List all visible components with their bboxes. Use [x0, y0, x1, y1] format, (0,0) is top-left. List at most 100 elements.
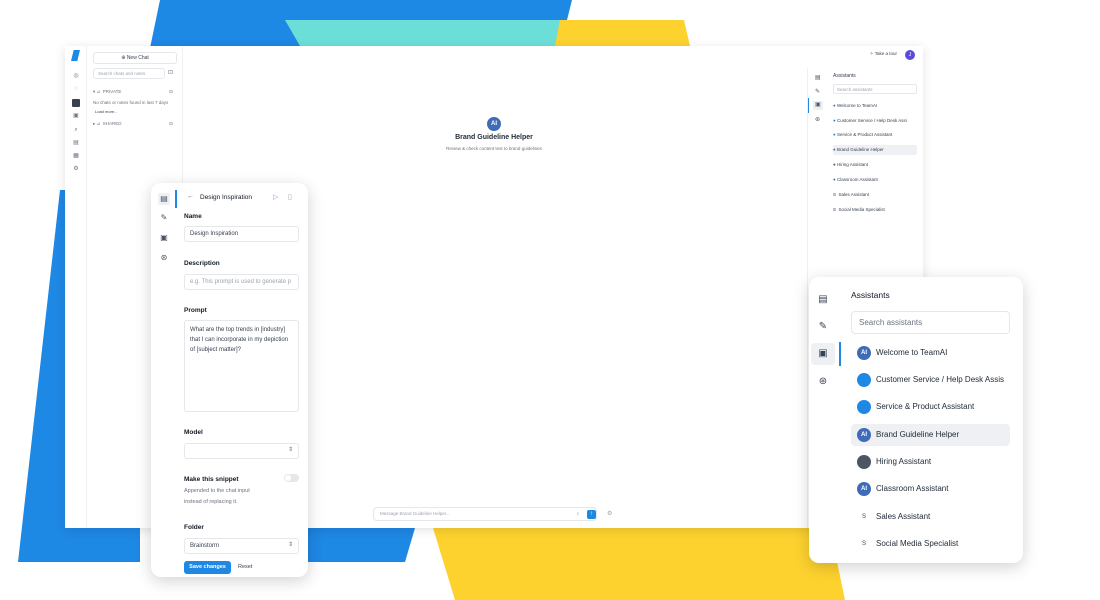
new-folder-icon[interactable]: ⊡ [168, 69, 173, 76]
chat-icon[interactable] [72, 99, 80, 107]
send-button[interactable]: ↑ [587, 510, 596, 519]
help-icon[interactable]: ⊛ [815, 116, 820, 123]
assistant-item-small[interactable]: ● Service & Product Assistant [833, 130, 892, 140]
assistant-name: Sales Assistant [838, 192, 870, 197]
no-chats-text: No chats or notes found in last 7 days [93, 100, 169, 105]
pen-icon[interactable]: ✎ [158, 212, 170, 224]
take-tour-button[interactable]: ✧ Take a tour [870, 51, 897, 57]
app-logo-icon[interactable] [71, 50, 80, 61]
teal-stripe [285, 20, 597, 46]
product-avatar-icon [857, 400, 871, 414]
play-icon[interactable]: ▷ [273, 193, 278, 201]
blue-stripe-bottom [308, 528, 415, 562]
message-input[interactable]: Message Brand Guideline Helper... [373, 507, 597, 521]
private-section[interactable]: ▾ ⊿ PRIVATE [93, 89, 121, 95]
assistants-panel-title: Assistants [851, 290, 890, 300]
assistant-name: Hiring Assistant [876, 457, 932, 466]
assistant-name: Service & Product Assistant [836, 132, 893, 137]
reset-button[interactable]: Reset [238, 561, 252, 574]
delete-icon[interactable]: ▯ [288, 193, 292, 201]
prompt-textarea[interactable]: What are the top trends in [industry] th… [184, 320, 299, 412]
assistant-item[interactable]: S Social Media Specialist [851, 533, 1010, 555]
marketing-stage: ◎ ◌ ▣ ⌕ ▤ ▦ ⚙ ⊕ New Chat Search chats an… [0, 0, 1100, 600]
assistant-name: Sales Assistant [876, 512, 931, 521]
support-avatar-icon [857, 373, 871, 387]
center-assistant-logo: AI [65, 112, 923, 131]
assistant-name: Customer Service / Help Desk Assi [836, 118, 907, 123]
assistant-name: Hiring Assistant [836, 162, 868, 167]
assistant-item-selected[interactable]: AI Brand Guideline Helper [851, 424, 1010, 446]
assistant-item-small[interactable]: S Social Media Specialist [833, 205, 885, 215]
help-icon[interactable]: ⊛ [815, 374, 831, 390]
active-indicator [839, 342, 841, 366]
ai-logo-icon: AI [857, 428, 871, 442]
assistant-item[interactable]: Customer Service / Help Desk Assis [851, 369, 1010, 391]
snippet-header-title: Design Inspiration [200, 194, 253, 201]
description-label: Description [184, 260, 220, 267]
name-input[interactable]: Design Inspiration [184, 226, 299, 242]
private-add-icon[interactable]: ⊡ [169, 89, 173, 95]
name-label: Name [184, 213, 202, 220]
ai-logo-icon: AI [487, 117, 501, 131]
chat-search-input[interactable]: Search chats and notes [93, 68, 165, 79]
new-chat-button[interactable]: ⊕ New Chat [93, 52, 177, 64]
settings-icon[interactable]: ⚙ [72, 165, 80, 173]
grid-icon[interactable]: ▦ [72, 152, 80, 160]
snippet-toggle-label: Make this snippet [184, 476, 239, 483]
snippet-rail: ▤ ✎ ▣ ⊛ [151, 183, 177, 577]
take-tour-label: Take a tour [874, 51, 897, 56]
assistants-tab-icon[interactable]: ▣ [813, 101, 823, 110]
description-input[interactable]: e.g. This prompt is used to generate p [184, 274, 299, 290]
pen-icon[interactable]: ✎ [815, 88, 820, 95]
assistant-item-small[interactable]: S Sales Assistant [833, 190, 869, 200]
assistant-name: Brand Guideline Helper [876, 430, 960, 439]
snippet-toggle[interactable] [284, 474, 299, 482]
assistant-item[interactable]: AI Classroom Assistant [851, 478, 1010, 500]
assistants-search-input[interactable]: Search assistants [851, 311, 1010, 334]
assistant-item[interactable]: AI Welcome to TeamAI [851, 342, 1010, 364]
assistant-item[interactable]: Hiring Assistant [851, 451, 1010, 473]
save-changes-button[interactable]: Save changes [184, 561, 231, 574]
snippet-help-line-2: instead of replacing it. [184, 499, 238, 505]
assistant-item[interactable]: S Sales Assistant [851, 506, 1010, 528]
user-avatar[interactable]: J [905, 50, 915, 60]
pen-icon[interactable]: ✎ [815, 319, 831, 335]
ai-logo-icon: AI [857, 482, 871, 496]
assistant-name: Brand Guideline Helper [836, 147, 884, 152]
assistant-item-small[interactable]: ● Welcome to TeamAI [833, 101, 877, 111]
assistants-search-small[interactable]: Search assistants [833, 84, 917, 94]
folder-label: Folder [184, 524, 204, 531]
robot-avatar-icon [857, 455, 871, 469]
options-icon[interactable]: ⚙ [607, 510, 612, 517]
history-icon[interactable]: ◌ [72, 85, 80, 93]
notes-icon[interactable]: ▤ [815, 292, 831, 308]
model-label: Model [184, 429, 203, 436]
letter-s-icon: S [857, 537, 871, 551]
assistant-item-small-selected[interactable]: ● Brand Guideline Helper [833, 145, 917, 155]
assistant-name: Classroom Assistant [836, 177, 878, 182]
center-subtitle: Review & check content text to brand gui… [446, 146, 542, 151]
assistant-name: Social Media Specialist [876, 539, 959, 548]
help-icon[interactable]: ⊛ [158, 252, 170, 264]
assistants-panel: ▤ ✎ ▣ ⊛ Assistants Search assistants AI W… [809, 277, 1023, 563]
model-select[interactable] [184, 443, 299, 459]
chevron-updown-icon: ⇕ [288, 447, 294, 453]
robot-icon[interactable]: ▣ [158, 232, 170, 244]
assistant-name: Classroom Assistant [876, 484, 949, 493]
new-chat-label: New Chat [126, 55, 149, 61]
folder-select[interactable]: Brainstorm [184, 538, 299, 554]
letter-s-icon: S [857, 510, 871, 524]
notes-icon[interactable]: ▤ [158, 193, 170, 205]
assistant-item-small[interactable]: ● Customer Service / Help Desk Assi [833, 116, 907, 126]
prompt-label: Prompt [184, 307, 207, 314]
microphone-icon[interactable]: ♁ [576, 511, 580, 517]
assistant-item[interactable]: Service & Product Assistant [851, 396, 1010, 418]
home-icon[interactable]: ◎ [72, 72, 80, 80]
assistant-item-small[interactable]: ● Classroom Assistant [833, 175, 878, 185]
center-title: Brand Guideline Helper [455, 134, 533, 141]
active-indicator [808, 98, 809, 113]
assistant-item-small[interactable]: ● Hiring Assistant [833, 160, 868, 170]
assistants-tab-icon[interactable]: ▣ [811, 343, 835, 365]
notes-icon[interactable]: ▤ [815, 74, 821, 81]
back-arrow-icon[interactable]: ← [187, 193, 194, 200]
